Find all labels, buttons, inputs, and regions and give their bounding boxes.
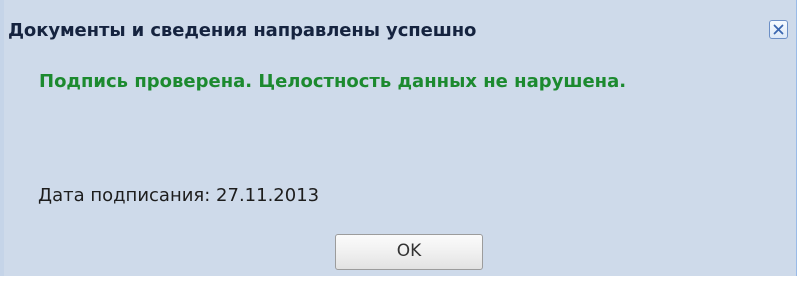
sign-date-row: Дата подписания: 27.11.2013	[38, 185, 319, 206]
message-dialog: Документы и сведения направлены успешно …	[0, 0, 797, 276]
close-icon	[773, 24, 784, 35]
sign-date-label: Дата подписания:	[38, 185, 211, 206]
ok-button[interactable]: OK	[335, 234, 483, 270]
status-message: Подпись проверена. Целостность данных не…	[39, 71, 627, 92]
dialog-header: Документы и сведения направлены успешно	[0, 0, 797, 60]
sign-date-value: 27.11.2013	[216, 185, 320, 206]
close-button[interactable]	[769, 20, 788, 39]
dialog-title: Документы и сведения направлены успешно	[8, 20, 477, 41]
